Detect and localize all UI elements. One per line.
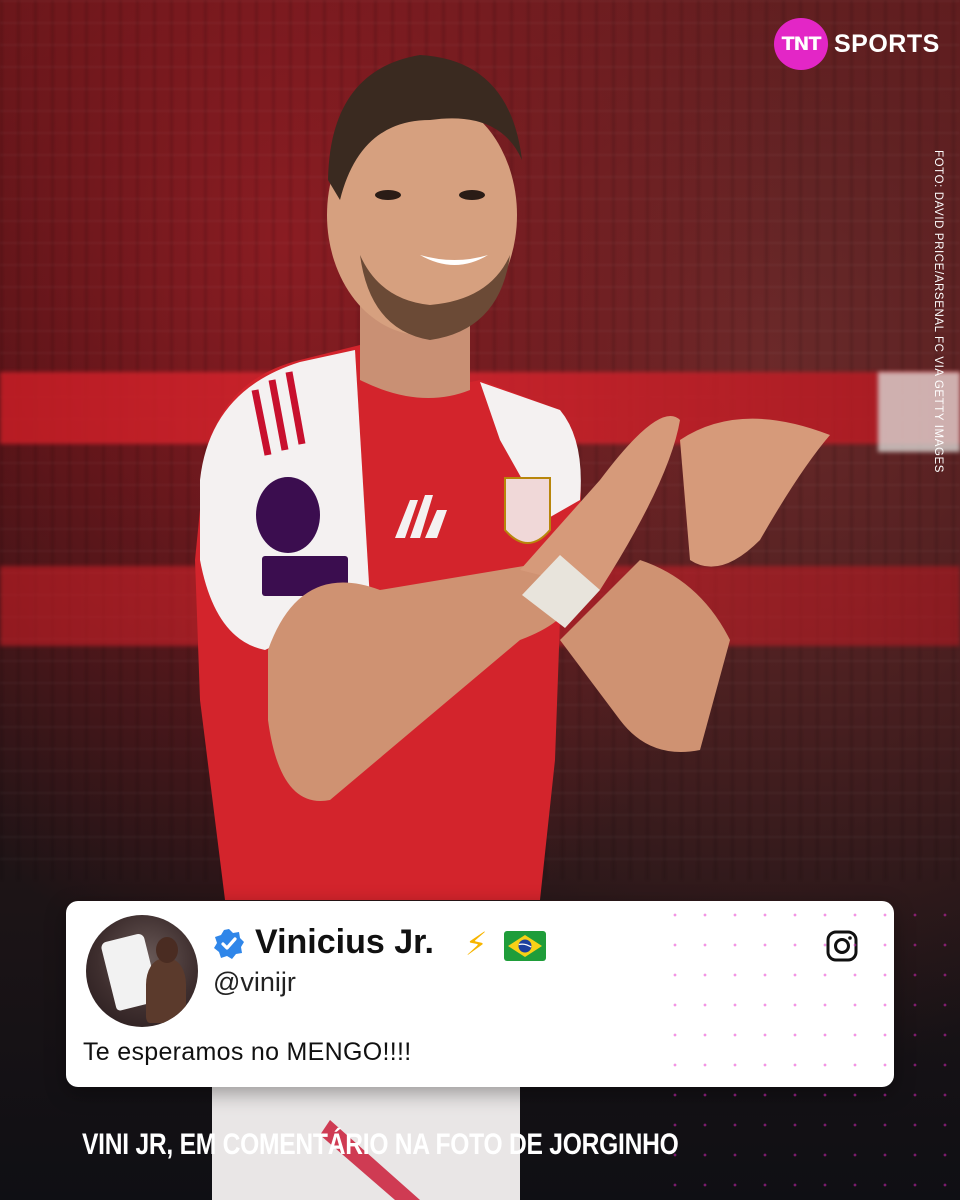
user-handle[interactable]: @vinijr <box>213 967 296 998</box>
user-name[interactable]: Vinicius Jr. <box>255 923 434 962</box>
avatar[interactable] <box>86 915 198 1027</box>
brazil-flag-icon <box>504 931 546 961</box>
caption-text: VINI JR, EM COMENTÁRIO NA FOTO DE JORGIN… <box>82 1128 679 1161</box>
lightning-bolt-emoji: ⚡ <box>465 925 488 963</box>
sports-logo-text: SPORTS <box>834 29 940 58</box>
comment-text: Te esperamos no MENGO!!!! <box>83 1038 412 1066</box>
tnt-logo-badge: TNT <box>774 18 828 70</box>
tnt-sports-logo: TNT SPORTS <box>774 18 940 70</box>
decorative-dot-pattern <box>660 900 960 1200</box>
photo-credit: FOTO: DAVID PRICE/ARSENAL FC VIA GETTY I… <box>932 150 944 474</box>
verified-badge-icon <box>214 929 244 959</box>
post-image: Emi TNT SPORTS FOTO: DAVID PRICE/ARSENAL… <box>0 0 960 1200</box>
